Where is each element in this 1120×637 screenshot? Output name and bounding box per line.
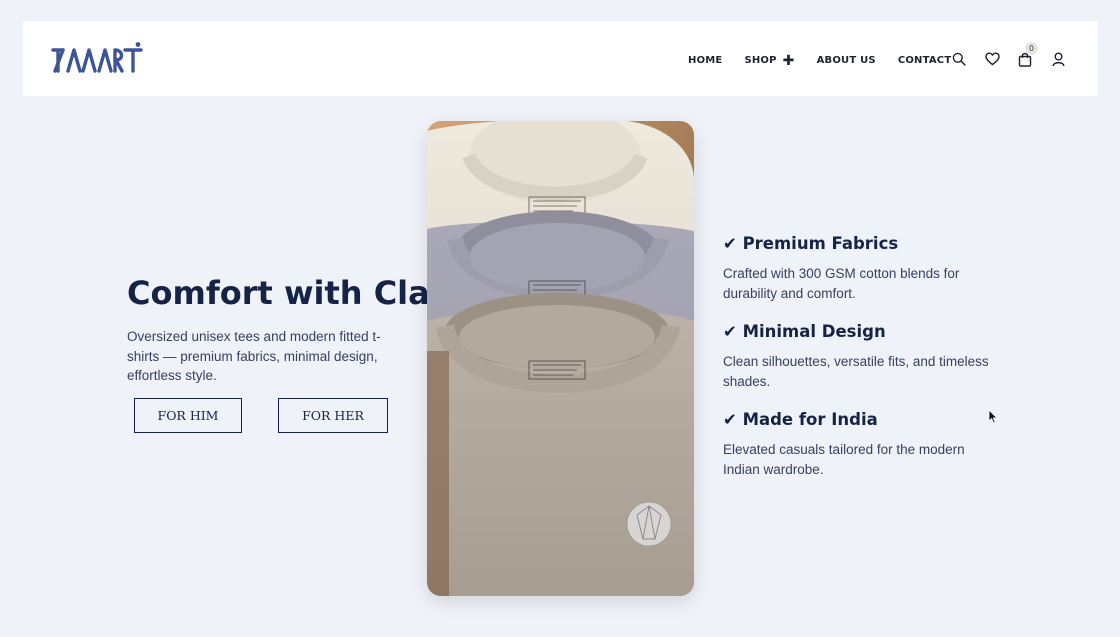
azaari-logo[interactable] — [51, 41, 143, 75]
wishlist-button[interactable] — [984, 51, 1000, 67]
feature-description: Clean silhouettes, versatile fits, and t… — [723, 354, 989, 389]
hero-title: Comfort with Class — [127, 274, 468, 312]
heart-icon — [984, 52, 1000, 66]
feature-title: ✔ Premium Fabrics — [723, 234, 899, 253]
product-image — [427, 121, 694, 596]
account-button[interactable] — [1050, 51, 1066, 67]
stacked-tshirts-image — [427, 121, 694, 596]
hero-description: Oversized unisex tees and modern fitted … — [127, 329, 381, 383]
search-button[interactable] — [951, 51, 967, 67]
feature-minimal-design: ✔ Minimal Design Clean silhouettes, vers… — [723, 322, 993, 391]
nav-contact[interactable]: CONTACT — [898, 55, 952, 66]
nav-shop-label: SHOP — [744, 55, 777, 66]
nav-about-us[interactable]: ABOUT US — [817, 55, 876, 66]
cart-button[interactable]: 0 — [1017, 42, 1038, 67]
main-nav: HOME SHOP ✚ ABOUT US CONTACT — [688, 54, 952, 68]
for-her-button[interactable]: FOR HER — [278, 398, 388, 433]
nav-home-label: HOME — [688, 55, 723, 66]
nav-shop[interactable]: SHOP ✚ — [744, 54, 795, 68]
nav-contact-label: CONTACT — [897, 55, 952, 66]
plus-icon[interactable]: ✚ — [783, 54, 795, 68]
feature-title: ✔ Minimal Design — [723, 322, 886, 341]
search-icon — [952, 52, 966, 66]
feature-description: Crafted with 300 GSM cotton blends for d… — [723, 266, 960, 301]
nav-about-label: ABOUT US — [816, 55, 876, 66]
feature-made-for-india: ✔ Made for India Elevated casuals tailor… — [723, 410, 993, 479]
mouse-cursor-icon — [988, 409, 998, 424]
feature-description: Elevated casuals tailored for the modern… — [723, 442, 965, 477]
feature-title: ✔ Made for India — [723, 410, 878, 429]
nav-home[interactable]: HOME — [688, 55, 722, 66]
for-him-button[interactable]: FOR HIM — [134, 398, 242, 433]
user-icon — [1052, 52, 1064, 66]
feature-premium-fabrics: ✔ Premium Fabrics Crafted with 300 GSM c… — [723, 234, 993, 303]
header-icons: 0 — [951, 42, 1066, 67]
site-header: HOME SHOP ✚ ABOUT US CONTACT 0 — [23, 21, 1098, 96]
cart-count-badge: 0 — [1025, 42, 1038, 55]
